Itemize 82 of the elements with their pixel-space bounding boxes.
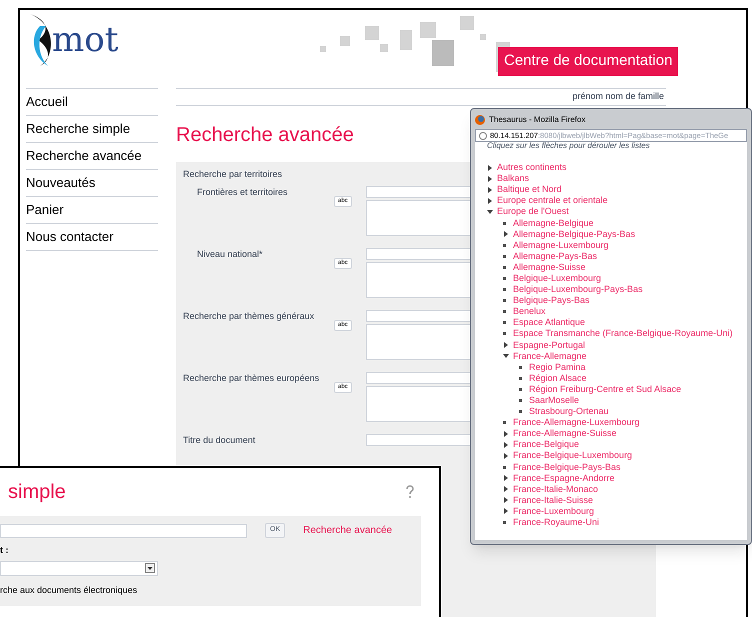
- user-name: prénom nom de famille: [572, 90, 664, 104]
- page-title: simple: [7, 480, 66, 505]
- tree-item[interactable]: SaarMoselle: [529, 396, 580, 406]
- bullet-icon: [519, 410, 525, 414]
- collapsed-arrow-icon[interactable]: [503, 342, 509, 348]
- tree-item[interactable]: Belgique-Pays-Bas: [513, 296, 590, 306]
- tree-item[interactable]: France-Belgique-Pays-Bas: [513, 462, 621, 472]
- bullet-icon: [503, 466, 509, 469]
- tree-item[interactable]: Espace Transmanche (France-Belgique-Royaume-Uni): [513, 329, 733, 338]
- tree-item[interactable]: Europe de l'Ouest: [497, 207, 569, 216]
- bullet-icon: [503, 332, 509, 336]
- tree-item[interactable]: Autres continents: [497, 163, 567, 172]
- window-title: Thesaurus - Mozilla Firefox: [489, 114, 586, 126]
- bullet-icon: [519, 399, 525, 402]
- nav-link[interactable]: Accueil: [26, 89, 158, 116]
- nav-link[interactable]: Panier: [26, 197, 158, 224]
- nav-link[interactable]: Nous contacter: [26, 224, 158, 251]
- hint-text: Cliquez sur les flèches pour dérouler les listes: [487, 140, 651, 152]
- tree-item[interactable]: Allemagne-Belgique-Pays-Bas: [513, 230, 636, 239]
- option-text: rche aux documents électroniques: [0, 584, 138, 597]
- advanced-search-link[interactable]: Recherche avancée: [303, 523, 392, 538]
- nav-link[interactable]: Recherche avancée: [26, 143, 158, 170]
- bullet-icon: [503, 244, 509, 247]
- bullet-icon: [503, 276, 509, 280]
- tree-item[interactable]: France-Italie-Monaco: [513, 484, 598, 494]
- search-field[interactable]: [0, 524, 247, 538]
- tree-item[interactable]: France-Belgique-Luxembourg: [513, 451, 632, 460]
- tree-item[interactable]: Allemagne-Pays-Bas: [513, 252, 598, 261]
- collapsed-arrow-icon[interactable]: [503, 231, 509, 238]
- tree-item[interactable]: France-Royaume-Uni: [513, 518, 600, 528]
- globe-icon: [479, 132, 487, 140]
- bullet-icon: [519, 388, 525, 391]
- bullet-icon: [503, 288, 509, 292]
- bullet-icon: [519, 376, 525, 380]
- tree-item[interactable]: France-Allemagne: [513, 352, 587, 361]
- tree-item[interactable]: Strasbourg-Ortenau: [529, 407, 609, 416]
- tree-item[interactable]: Balkans: [497, 174, 530, 184]
- tree-item[interactable]: Belgique-Luxembourg: [513, 274, 602, 283]
- bullet-icon: [519, 366, 525, 369]
- nav-link[interactable]: Nouveautés: [26, 170, 158, 197]
- bullet-icon: [503, 421, 509, 424]
- tree-item[interactable]: Allemagne-Suisse: [513, 262, 586, 272]
- tree-item[interactable]: Allemagne-Belgique: [513, 218, 594, 228]
- bullet-icon: [503, 299, 509, 302]
- tree-item[interactable]: Espace Atlantique: [513, 318, 586, 328]
- field-label: Niveau national*: [196, 248, 264, 261]
- field-label: Titre du document: [183, 434, 256, 447]
- expanded-arrow-icon[interactable]: [503, 353, 509, 360]
- bullet-icon: [503, 310, 509, 314]
- select-field[interactable]: [0, 560, 158, 576]
- tree-item[interactable]: France-Allemagne-Suisse: [513, 429, 617, 438]
- tree-item[interactable]: Région Freiburg-Centre et Sud Alsace: [529, 384, 682, 394]
- tree-item[interactable]: Benelux: [513, 307, 546, 316]
- bullet-icon: [503, 321, 509, 324]
- tree-item[interactable]: Europe centrale et orientale: [497, 196, 608, 206]
- banner-label: Centre de documentation: [498, 47, 678, 76]
- bullet-icon: [503, 521, 509, 524]
- firefox-icon: [475, 115, 485, 125]
- tree-item[interactable]: Allemagne-Luxembourg: [513, 240, 609, 250]
- help-icon[interactable]: [405, 485, 415, 499]
- field-label: t :: [0, 544, 10, 557]
- field-label: Frontières et territoires: [196, 186, 289, 199]
- nav-link[interactable]: Recherche simple: [26, 116, 158, 143]
- tree-item[interactable]: Espagne-Portugal: [513, 340, 586, 350]
- bullet-icon: [503, 254, 509, 258]
- bullet-icon: [503, 266, 509, 269]
- logo-text: mot: [52, 23, 118, 57]
- field-label: Recherche par thèmes européens: [183, 372, 320, 385]
- tree-item[interactable]: Baltique et Nord: [497, 185, 562, 194]
- expanded-arrow-icon[interactable]: [487, 208, 493, 215]
- tree-item[interactable]: France-Italie-Suisse: [513, 496, 594, 505]
- tree-item[interactable]: Belgique-Luxembourg-Pays-Bas: [513, 285, 643, 294]
- section-label: Recherche par territoires: [183, 168, 282, 181]
- page-title: Recherche avancée: [176, 123, 354, 148]
- tree-item[interactable]: Regio Pamina: [529, 362, 586, 372]
- tree-item[interactable]: Région Alsace: [529, 374, 587, 383]
- tree-item[interactable]: France-Belgique: [513, 440, 580, 450]
- field-label: Recherche par thèmes généraux: [183, 310, 316, 323]
- tree-item[interactable]: France-Luxembourg: [513, 506, 594, 516]
- tree-item[interactable]: France-Allemagne-Luxembourg: [513, 418, 640, 428]
- tree-item[interactable]: France-Espagne-Andorre: [513, 474, 615, 483]
- bullet-icon: [503, 222, 509, 225]
